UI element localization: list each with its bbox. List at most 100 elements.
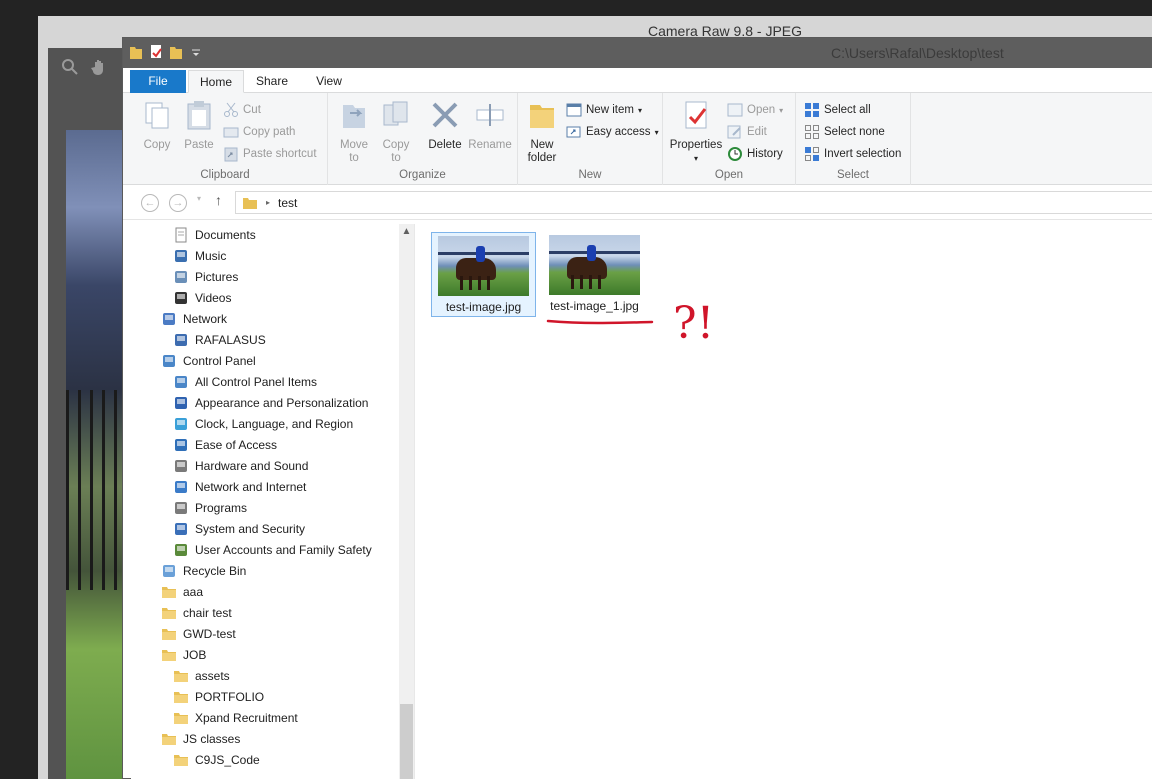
recent-locations-dropdown-icon[interactable]: ▾ <box>197 194 201 203</box>
scroll-up-icon[interactable]: ▲ <box>399 224 414 240</box>
nav-item-label: assets <box>195 668 230 683</box>
nav-item[interactable]: Clock, Language, and Region <box>173 413 353 434</box>
tab-view[interactable]: View <box>303 70 355 93</box>
rename-button[interactable]: Rename <box>468 99 512 152</box>
invert-selection-button[interactable]: Invert selection <box>804 144 901 164</box>
nav-item[interactable]: chair test <box>161 602 232 623</box>
tab-share[interactable]: Share <box>246 70 298 93</box>
cut-button[interactable]: Cut <box>223 100 261 120</box>
new-folder-icon[interactable] <box>169 44 183 60</box>
nav-item[interactable]: Network <box>161 308 227 329</box>
breadcrumb-test[interactable]: test <box>278 196 297 210</box>
invert-selection-icon <box>805 147 819 161</box>
nav-item[interactable]: Recycle Bin <box>161 560 246 581</box>
tab-file[interactable]: File <box>130 70 186 93</box>
new-item-dropdown-icon: ▾ <box>637 105 642 115</box>
network-icon <box>163 312 175 325</box>
copy-button[interactable]: Copy <box>137 99 177 152</box>
hardware-icon <box>175 459 187 472</box>
nav-item[interactable]: Pictures <box>173 266 238 287</box>
file-item[interactable]: test-image.jpg <box>431 232 536 317</box>
new-group-label: New <box>578 169 602 181</box>
select-none-button[interactable]: Select none <box>804 122 885 142</box>
edit-label: Edit <box>747 126 767 138</box>
properties-button[interactable]: Properties ▾ <box>667 99 725 165</box>
nav-item[interactable]: System and Security <box>173 518 305 539</box>
quick-access-toolbar <box>129 44 203 60</box>
open-icon <box>727 103 743 117</box>
nav-item[interactable]: C9JS_Code <box>173 749 260 770</box>
file-item[interactable]: test-image_1.jpg <box>542 232 647 317</box>
nav-item[interactable]: assets <box>173 665 230 686</box>
nav-item[interactable]: aaa <box>161 581 203 602</box>
folder-icon <box>162 586 176 598</box>
nav-item-label: Ease of Access <box>195 437 278 452</box>
invert-selection-label: Invert selection <box>824 148 902 160</box>
address-bar[interactable]: ▸ test <box>235 191 1152 214</box>
chevron-down-icon[interactable] <box>189 44 203 60</box>
annotation-text: ?! <box>673 298 714 349</box>
nav-item[interactable]: Network and Internet <box>173 476 306 497</box>
scroll-thumb[interactable] <box>400 704 413 779</box>
nav-item[interactable]: Videos <box>173 287 231 308</box>
folder-icon <box>130 47 142 59</box>
easy-access-button[interactable]: Easy access ▾ <box>566 122 659 142</box>
nav-item[interactable]: Hardware and Sound <box>173 455 308 476</box>
history-button[interactable]: History <box>727 144 783 164</box>
new-group: New folder New item ▾ Easy access ▾ New <box>518 93 663 185</box>
nav-item[interactable]: Programs <box>173 497 247 518</box>
back-button[interactable]: ← <box>141 194 159 212</box>
forward-button[interactable]: → <box>169 194 187 212</box>
copy-label: Copy <box>143 139 171 151</box>
properties-icon[interactable] <box>149 44 163 60</box>
nav-item[interactable]: JOB <box>161 644 206 665</box>
nav-item[interactable]: GWD-test <box>161 623 236 644</box>
copy-to-icon <box>383 101 408 126</box>
nav-item[interactable]: User Accounts and Family Safety <box>173 539 372 560</box>
nav-item[interactable]: Documents <box>173 224 256 245</box>
recycle-bin-icon <box>163 564 175 577</box>
copy-to-button[interactable]: Copy to <box>376 99 416 165</box>
nav-item[interactable]: Music <box>173 245 226 266</box>
copy-path-button[interactable]: Copy path <box>223 122 295 142</box>
nav-item[interactable]: RAFALASUS <box>173 329 266 350</box>
nav-item-label: Pictures <box>195 269 239 284</box>
forward-arrow-icon: → <box>172 197 184 209</box>
clipboard-group-label: Clipboard <box>200 169 250 181</box>
move-to-button[interactable]: Move to <box>334 99 374 165</box>
nav-item-label: Hardware and Sound <box>195 458 309 473</box>
clock-icon <box>175 417 187 430</box>
nav-item-label: User Accounts and Family Safety <box>195 542 372 557</box>
open-button[interactable]: Open ▾ <box>727 100 783 120</box>
nav-scrollbar[interactable]: ▲ <box>399 224 414 779</box>
nav-item-label: JS classes <box>183 731 241 746</box>
breadcrumb-chevron-icon[interactable]: ▸ <box>266 198 270 207</box>
tab-home[interactable]: Home <box>188 70 244 93</box>
nav-item[interactable]: PORTFOLIO <box>173 686 264 707</box>
folder-icon <box>174 670 188 682</box>
select-all-button[interactable]: Select all <box>804 100 871 120</box>
nav-item[interactable]: All Control Panel Items <box>173 371 317 392</box>
nav-item-label: All Control Panel Items <box>195 374 318 389</box>
nav-item[interactable]: Appearance and Personalization <box>173 392 368 413</box>
hand-tool-icon[interactable] <box>90 58 110 78</box>
new-item-button[interactable]: New item ▾ <box>566 100 642 120</box>
nav-item-label: Xpand Recruitment <box>195 710 298 725</box>
nav-item[interactable]: JS classes <box>161 728 240 749</box>
nav-item[interactable]: Control Panel <box>161 350 256 371</box>
nav-item[interactable]: Xpand Recruitment <box>173 707 298 728</box>
up-arrow-icon: ↑ <box>215 192 222 208</box>
nav-item-label: Documents <box>195 227 256 242</box>
nav-item-label: PORTFOLIO <box>195 689 265 704</box>
new-folder-button[interactable]: New folder <box>522 99 562 165</box>
paste-button[interactable]: Paste <box>179 99 219 152</box>
delete-button[interactable]: Delete <box>424 99 466 152</box>
nav-item[interactable]: Ease of Access <box>173 434 277 455</box>
ribbon: Copy Paste Cut Copy path Paste shortcut … <box>123 93 1152 185</box>
up-button[interactable]: ↑ <box>215 192 222 208</box>
properties-icon <box>685 101 707 129</box>
edit-button[interactable]: Edit <box>727 122 767 142</box>
paste-shortcut-button[interactable]: Paste shortcut <box>223 144 317 164</box>
new-item-icon <box>566 103 582 117</box>
zoom-tool-icon[interactable] <box>60 58 80 78</box>
